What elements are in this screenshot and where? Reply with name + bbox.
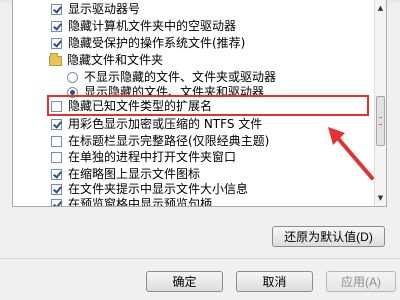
radio-button[interactable] bbox=[67, 87, 78, 98]
scroll-thumb[interactable] bbox=[376, 96, 385, 146]
setting-preview-handlers[interactable]: 在预览窗格中显示预览句柄 bbox=[13, 196, 374, 206]
checkbox[interactable] bbox=[51, 199, 62, 206]
setting-hide-empty-drives[interactable]: 隐藏计算机文件夹中的空驱动器 bbox=[13, 18, 374, 35]
checkbox[interactable] bbox=[51, 184, 62, 195]
setting-full-path-title[interactable]: 在标题栏显示完整路径(仅限经典主题) bbox=[13, 133, 374, 150]
checkbox[interactable] bbox=[51, 38, 62, 49]
setting-label: 在预览窗格中显示预览句柄 bbox=[68, 197, 213, 206]
advanced-settings-pane: 显示驱动器号 隐藏计算机文件夹中的空驱动器 隐藏受保护的操作系统文件(推荐) 隐… bbox=[12, 0, 387, 207]
setting-label: 在标题栏显示完整路径(仅限经典主题) bbox=[68, 134, 270, 148]
setting-label: 隐藏受保护的操作系统文件(推荐) bbox=[68, 36, 246, 50]
setting-show-drive-letters[interactable]: 显示驱动器号 bbox=[13, 1, 374, 18]
checkbox[interactable] bbox=[51, 4, 62, 15]
vertical-scrollbar[interactable]: ▲ ▼ bbox=[374, 0, 386, 206]
scroll-down-arrow-icon[interactable]: ▼ bbox=[375, 192, 386, 204]
setting-label: 显示驱动器号 bbox=[68, 2, 141, 16]
checkbox[interactable] bbox=[51, 169, 62, 180]
setting-label: 在单独的进程中打开文件夹窗口 bbox=[68, 150, 237, 164]
checkbox[interactable] bbox=[51, 101, 62, 112]
cancel-button[interactable]: 取消 bbox=[236, 271, 313, 292]
radio-button[interactable] bbox=[67, 72, 78, 83]
ok-button[interactable]: 确定 bbox=[146, 271, 223, 292]
setting-hide-known-extensions[interactable]: 隐藏已知文件类型的扩展名 bbox=[13, 98, 374, 115]
scroll-up-arrow-icon[interactable]: ▲ bbox=[375, 2, 386, 14]
setting-label: 隐藏已知文件类型的扩展名 bbox=[68, 99, 213, 113]
setting-separate-process[interactable]: 在单独的进程中打开文件夹窗口 bbox=[13, 149, 374, 166]
folder-icon bbox=[49, 52, 62, 66]
apply-button[interactable]: 应用(A) bbox=[326, 271, 396, 292]
checkbox[interactable] bbox=[51, 152, 62, 163]
setting-label: 用彩色显示加密或压缩的 NTFS 文件 bbox=[68, 117, 263, 131]
checkbox[interactable] bbox=[51, 21, 62, 32]
restore-defaults-button[interactable]: 还原为默认值(D) bbox=[272, 226, 385, 247]
folder-options-dialog: 显示驱动器号 隐藏计算机文件夹中的空驱动器 隐藏受保护的操作系统文件(推荐) 隐… bbox=[0, 0, 400, 300]
setting-color-encrypted-ntfs[interactable]: 用彩色显示加密或压缩的 NTFS 文件 bbox=[13, 116, 374, 133]
button-area-divider bbox=[0, 258, 400, 259]
setting-label: 隐藏计算机文件夹中的空驱动器 bbox=[68, 19, 237, 33]
setting-group-label: 隐藏文件和文件夹 bbox=[67, 53, 164, 67]
checkbox[interactable] bbox=[51, 136, 62, 147]
checkbox[interactable] bbox=[51, 119, 62, 130]
setting-hide-protected-os-files[interactable]: 隐藏受保护的操作系统文件(推荐) bbox=[13, 35, 374, 52]
advanced-settings-list[interactable]: 显示驱动器号 隐藏计算机文件夹中的空驱动器 隐藏受保护的操作系统文件(推荐) 隐… bbox=[13, 0, 374, 206]
setting-group-hidden-files: 隐藏文件和文件夹 bbox=[13, 52, 374, 69]
